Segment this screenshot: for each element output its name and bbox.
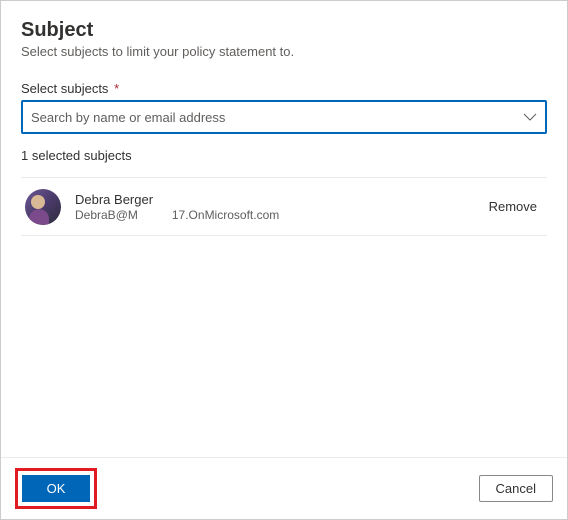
search-label: Select subjects * bbox=[21, 81, 547, 96]
cancel-button[interactable]: Cancel bbox=[479, 475, 553, 502]
selected-list: Debra Berger DebraB@M17.OnMicrosoft.com … bbox=[21, 177, 547, 236]
search-combobox[interactable] bbox=[21, 100, 547, 134]
user-email: DebraB@M17.OnMicrosoft.com bbox=[75, 208, 489, 222]
selected-count: 1 selected subjects bbox=[21, 148, 547, 163]
list-item: Debra Berger DebraB@M17.OnMicrosoft.com … bbox=[21, 178, 547, 236]
ok-button[interactable]: OK bbox=[22, 475, 90, 502]
search-input[interactable] bbox=[31, 110, 523, 125]
chevron-down-icon bbox=[523, 110, 537, 124]
required-indicator: * bbox=[114, 81, 119, 96]
ok-highlight: OK bbox=[15, 468, 97, 509]
page-subtitle: Select subjects to limit your policy sta… bbox=[21, 44, 547, 59]
page-title: Subject bbox=[21, 19, 547, 42]
avatar bbox=[25, 189, 61, 225]
dialog-footer: OK Cancel bbox=[1, 457, 567, 519]
user-name: Debra Berger bbox=[75, 192, 489, 207]
remove-button[interactable]: Remove bbox=[489, 199, 543, 214]
